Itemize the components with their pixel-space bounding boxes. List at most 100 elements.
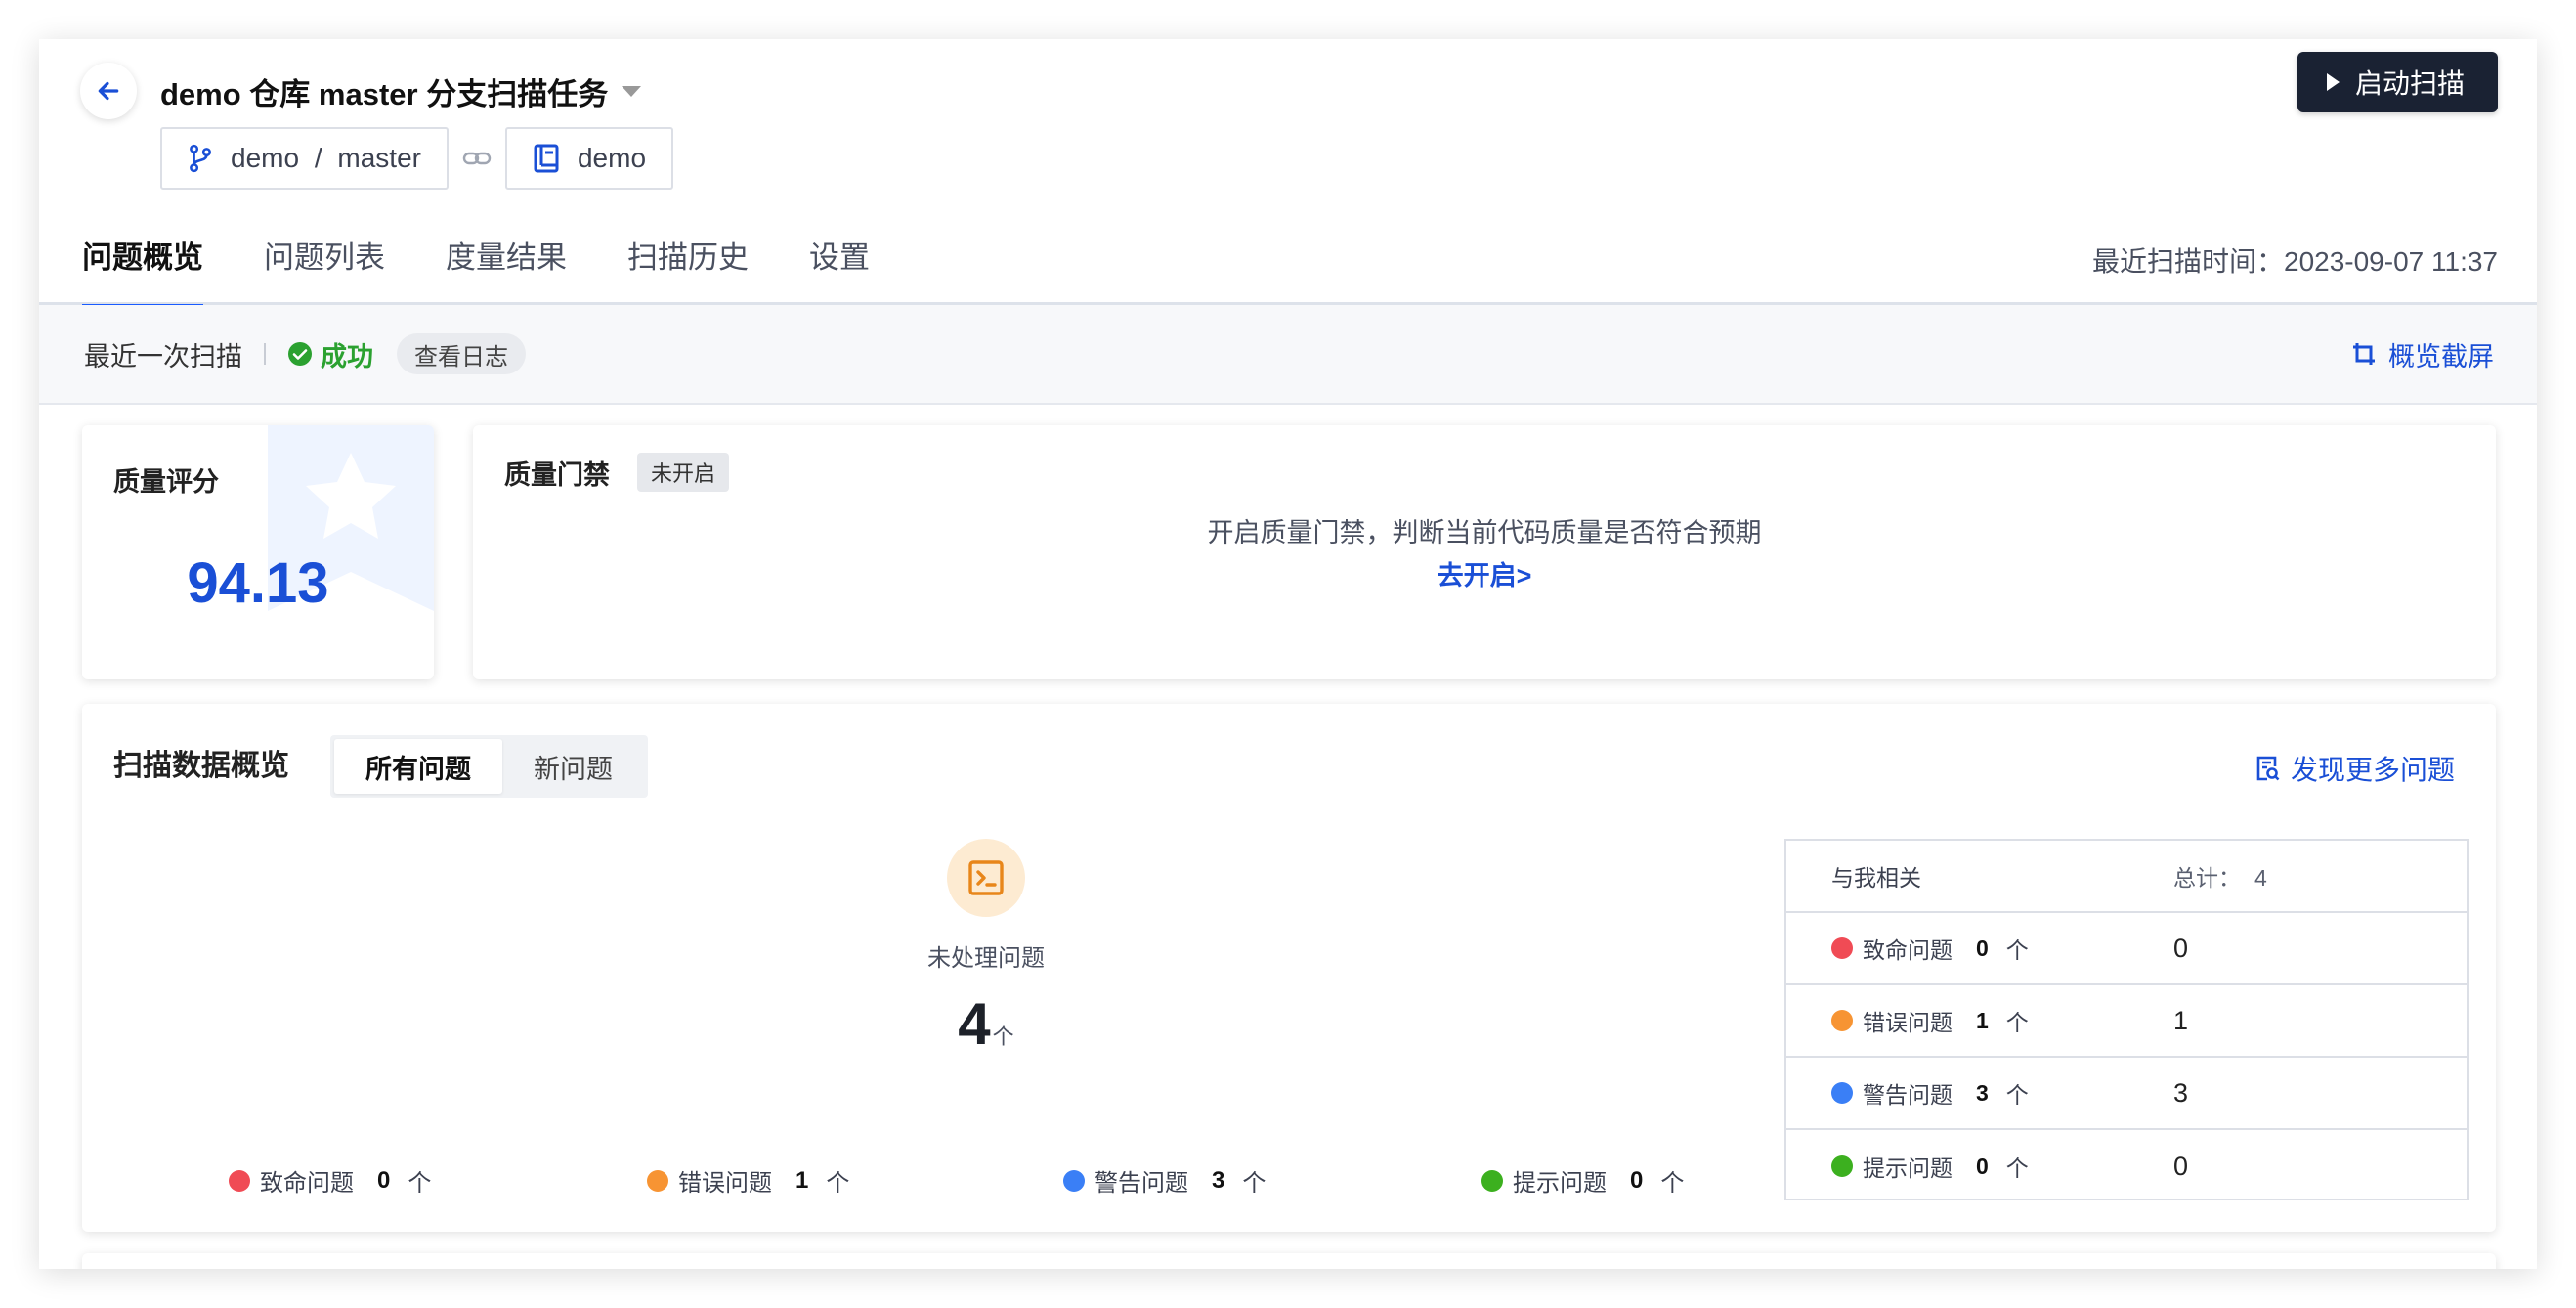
unresolved-label: 未处理问题 <box>927 945 1045 972</box>
hint-dot-icon <box>1831 1155 1853 1177</box>
row-label-cell: 警告问题 3 个 <box>1831 1076 2029 1110</box>
play-icon <box>2326 73 2340 91</box>
row-value: 0 <box>2173 933 2189 963</box>
page-header: demo 仓库 master 分支扫描任务 启动扫描 demo / master <box>39 39 2537 308</box>
legend-error: 错误问题 1 个 <box>647 1163 849 1198</box>
legend-label: 错误问题 <box>678 1170 772 1197</box>
legend-count: 1 <box>795 1166 809 1194</box>
row-label: 警告问题 <box>1863 1082 1953 1108</box>
table-row: 提示问题 0 个 0 <box>1786 1130 2467 1202</box>
project-chip-label: demo <box>577 143 647 173</box>
start-scan-label: 启动扫描 <box>2354 68 2465 99</box>
quality-score-title: 质量评分 <box>113 467 219 497</box>
branch-name: master <box>337 143 421 173</box>
branch-separator: / <box>314 143 322 173</box>
error-dot-icon <box>1831 1010 1853 1031</box>
last-scan-time: 最近扫描时间：2023-09-07 11:37 <box>2092 246 2498 277</box>
dropdown-caret-icon[interactable] <box>622 85 642 97</box>
next-section-card <box>82 1253 2496 1269</box>
quality-gate-title: 质量门禁 <box>504 459 610 490</box>
quality-gate-header: 质量门禁 未开启 <box>504 453 730 492</box>
row-label: 错误问题 <box>1863 1010 1953 1035</box>
row-unit: 个 <box>2005 1010 2029 1035</box>
legend-unit: 个 <box>826 1170 850 1197</box>
warning-dot-icon <box>1831 1082 1853 1104</box>
related-issues-table: 与我相关 总计： 4 致命问题 0 个 0 错误问题 1 个 1 警告问题 3 … <box>1784 839 2469 1200</box>
header-related-to-me: 与我相关 <box>1831 865 1921 891</box>
find-more-issues-label: 发现更多问题 <box>2290 755 2455 785</box>
row-count: 0 <box>1976 935 1989 961</box>
row-unit: 个 <box>2005 1082 2029 1108</box>
tab-settings[interactable]: 设置 <box>809 235 870 305</box>
row-unit: 个 <box>2005 937 2029 963</box>
warning-dot-icon <box>1063 1169 1085 1192</box>
tab-overview[interactable]: 问题概览 <box>82 235 203 308</box>
fatal-dot-icon <box>1831 937 1853 959</box>
tab-scan-history[interactable]: 扫描历史 <box>627 235 749 305</box>
divider <box>264 343 266 365</box>
legend-count: 0 <box>1630 1166 1644 1194</box>
latest-scan-bar: 最近一次扫描 成功 查看日志 概览截屏 <box>39 305 2537 405</box>
project-book-icon <box>534 144 559 173</box>
legend-count: 3 <box>1212 1166 1225 1194</box>
branch-chip[interactable]: demo / master <box>160 127 449 190</box>
quality-gate-description: 开启质量门禁，判断当前代码质量是否符合预期 <box>1207 518 1762 547</box>
git-branch-icon <box>190 144 211 173</box>
row-count: 1 <box>1976 1007 1989 1033</box>
row-label-cell: 致命问题 0 个 <box>1831 932 2029 965</box>
overview-title: 扫描数据概览 <box>113 750 289 782</box>
tab-issue-list[interactable]: 问题列表 <box>264 235 385 305</box>
quality-score-value: 94.13 <box>187 551 329 615</box>
legend-unit: 个 <box>1242 1170 1267 1197</box>
main-tabs: 问题概览 问题列表 度量结果 扫描历史 设置 <box>82 235 930 308</box>
unresolved-count-value: 4 <box>958 991 991 1057</box>
link-icon <box>462 149 492 168</box>
row-label: 提示问题 <box>1863 1155 1953 1181</box>
legend-count: 0 <box>377 1166 391 1194</box>
scan-status-text: 成功 <box>321 341 373 371</box>
project-chip[interactable]: demo <box>504 127 674 190</box>
row-count: 3 <box>1976 1079 1989 1106</box>
search-doc-icon <box>2256 756 2280 781</box>
app-window: demo 仓库 master 分支扫描任务 启动扫描 demo / master <box>39 39 2537 1269</box>
legend-label: 提示问题 <box>1513 1170 1607 1197</box>
enable-gate-link[interactable]: 去开启> <box>473 554 2496 592</box>
row-label: 致命问题 <box>1863 937 1953 963</box>
legend-fatal: 致命问题 0 个 <box>229 1163 431 1198</box>
row-value: 0 <box>2173 1151 2189 1181</box>
quality-score-card: 质量评分 94.13 <box>82 425 434 679</box>
back-arrow-icon <box>98 81 119 101</box>
table-row: 警告问题 3 个 3 <box>1786 1058 2467 1130</box>
row-count: 0 <box>1976 1153 1989 1179</box>
overview-screenshot-label: 概览截屏 <box>2388 341 2494 371</box>
table-header-row: 与我相关 总计： 4 <box>1786 841 2467 913</box>
segment-new-issues[interactable]: 新问题 <box>502 739 644 794</box>
branch-repo: demo <box>231 143 300 173</box>
legend-label: 警告问题 <box>1095 1170 1188 1197</box>
header-total-value: 4 <box>2254 865 2267 891</box>
start-scan-button[interactable]: 启动扫描 <box>2297 52 2498 112</box>
find-more-issues-link[interactable]: 发现更多问题 <box>2255 749 2455 788</box>
quality-gate-status-badge: 未开启 <box>637 453 730 492</box>
segment-all-issues[interactable]: 所有问题 <box>334 739 502 794</box>
tab-metrics[interactable]: 度量结果 <box>446 235 567 305</box>
back-button[interactable] <box>80 63 137 119</box>
view-log-button[interactable]: 查看日志 <box>397 333 526 374</box>
row-value: 3 <box>2173 1077 2189 1108</box>
legend-unit: 个 <box>408 1170 432 1197</box>
title-row: demo 仓库 master 分支扫描任务 <box>160 61 642 121</box>
issue-filter-segment: 所有问题 新问题 <box>330 735 648 798</box>
latest-scan-label: 最近一次扫描 <box>84 341 242 371</box>
overview-screenshot-link[interactable]: 概览截屏 <box>2351 335 2494 373</box>
legend-hint: 提示问题 0 个 <box>1481 1163 1684 1198</box>
row-label-cell: 错误问题 1 个 <box>1831 1004 2029 1037</box>
error-dot-icon <box>647 1169 668 1192</box>
success-check-icon <box>288 342 312 366</box>
source-chips: demo / master demo <box>160 127 674 190</box>
terminal-icon <box>947 839 1025 917</box>
branch-chip-text: demo / master <box>231 143 421 174</box>
page-title: demo 仓库 master 分支扫描任务 <box>160 76 609 111</box>
unresolved-count: 4 个 <box>864 990 1108 1058</box>
header-total-label: 总计： <box>2173 865 2241 891</box>
scan-data-overview-card: 扫描数据概览 所有问题 新问题 发现更多问题 未处理问题 4 个 致命问题 0 … <box>82 704 2496 1232</box>
